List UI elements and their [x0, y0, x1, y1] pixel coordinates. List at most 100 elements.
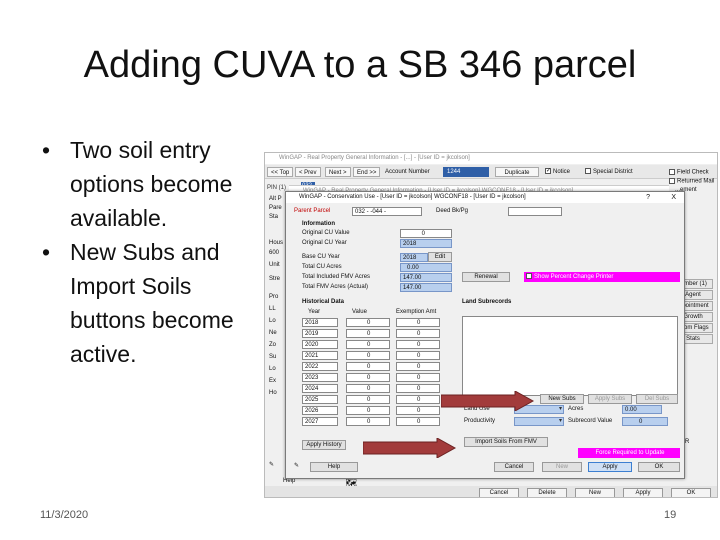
dialog-new-button[interactable]: New: [542, 462, 582, 472]
renewal-button[interactable]: Renewal: [462, 272, 510, 282]
history-year-cell[interactable]: 2018: [302, 318, 338, 327]
help-icon[interactable]: ?: [646, 192, 650, 203]
dialog-ok-button[interactable]: OK: [638, 462, 680, 472]
history-year-cell[interactable]: 2025: [302, 395, 338, 404]
top-button[interactable]: << Top: [267, 167, 294, 177]
history-exemption-cell[interactable]: 0: [396, 406, 440, 415]
parent-parcel-field[interactable]: 032 - -044 -: [352, 207, 422, 216]
land-subrecords-list[interactable]: [462, 316, 678, 396]
left-label: Stre: [269, 276, 281, 282]
screenshot-embed: WinGAP - Real Property General Informati…: [264, 152, 718, 498]
account-number-label: Account Number: [385, 169, 430, 175]
history-value-cell[interactable]: 0: [346, 417, 390, 426]
returned-mail-checkbox[interactable]: Returned Mail: [669, 178, 714, 185]
history-exemption-cell[interactable]: 0: [396, 417, 440, 426]
notice-checkbox[interactable]: Notice: [545, 167, 570, 177]
slide-page-number: 19: [664, 509, 677, 521]
left-label: Ne: [269, 330, 277, 336]
apply-subs-button[interactable]: Apply Subs: [588, 394, 632, 404]
left-label: Pro: [269, 294, 279, 300]
bullet-list: • Two soil entry options become availabl…: [42, 133, 262, 371]
bg-cancel-button[interactable]: Cancel: [479, 488, 519, 497]
left-label: Ex: [269, 378, 277, 384]
del-subs-button[interactable]: Del Subs: [636, 394, 678, 404]
history-value-cell[interactable]: 0: [346, 384, 390, 393]
bg-apply-button[interactable]: Apply: [623, 488, 663, 497]
dialog-help-button[interactable]: Help: [310, 462, 358, 472]
new-subs-button[interactable]: New Subs: [540, 394, 584, 404]
history-year-cell[interactable]: 2024: [302, 384, 338, 393]
bg-ok-button[interactable]: OK: [671, 488, 711, 497]
account-number-field[interactable]: 1244: [443, 167, 489, 177]
total-included-fmv-acres-field[interactable]: 147.00: [400, 273, 452, 282]
history-year-cell[interactable]: 2027: [302, 417, 338, 426]
history-value-cell[interactable]: 0: [346, 318, 390, 327]
base-cu-year-field[interactable]: 2018: [400, 253, 428, 262]
checkbox-icon: [669, 169, 675, 175]
history-exemption-cell[interactable]: 0: [396, 362, 440, 371]
duplicate-button[interactable]: Duplicate: [495, 167, 539, 177]
left-label: Su: [269, 354, 277, 360]
end-button[interactable]: End >>: [353, 167, 381, 177]
bullet-text: New Subs and Import Soils buttons become…: [70, 239, 234, 367]
show-percent-change-checkbox[interactable]: Show Percent Change Printer: [524, 272, 680, 282]
dialog-apply-button[interactable]: Apply: [588, 462, 632, 472]
deed-field[interactable]: [508, 207, 562, 216]
history-exemption-cell[interactable]: 0: [396, 351, 440, 360]
checkbox-icon: [526, 273, 532, 280]
history-year-cell[interactable]: 2022: [302, 362, 338, 371]
import-soils-button[interactable]: Import Soils From FMV: [464, 437, 548, 447]
dialog-cancel-button[interactable]: Cancel: [494, 462, 534, 472]
history-exemption-cell[interactable]: 0: [396, 329, 440, 338]
history-year-cell[interactable]: 2019: [302, 329, 338, 338]
apply-history-button[interactable]: Apply History: [302, 440, 346, 450]
total-cu-acres-field[interactable]: 0.00: [400, 263, 452, 272]
history-exemption-cell[interactable]: 0: [396, 395, 440, 404]
edit-button[interactable]: Edit: [428, 252, 452, 262]
background-window-title: WinGAP - Real Property General Informati…: [265, 153, 717, 164]
history-value-cell[interactable]: 0: [346, 362, 390, 371]
history-value-cell[interactable]: 0: [346, 373, 390, 382]
history-value-cell[interactable]: 0: [346, 351, 390, 360]
history-value-cell[interactable]: 0: [346, 329, 390, 338]
field-check-checkbox[interactable]: Field Check: [669, 169, 709, 176]
land-subrecords-label: Land Subrecords: [462, 299, 512, 305]
left-label: Lo: [269, 366, 276, 372]
history-exemption-cell[interactable]: 0: [396, 340, 440, 349]
next-button[interactable]: Next >: [325, 167, 351, 177]
bullet-dot: •: [42, 239, 51, 265]
bg-delete-button[interactable]: Delete: [527, 488, 567, 497]
history-year-cell[interactable]: 2023: [302, 373, 338, 382]
productivity-dropdown[interactable]: [514, 417, 564, 426]
pencil-icon[interactable]: ✎: [294, 462, 299, 469]
total-fmv-acres-actual-field[interactable]: 147.00: [400, 283, 452, 292]
hist-exemption-header: Exemption Amt: [396, 309, 437, 315]
history-exemption-cell[interactable]: 0: [396, 318, 440, 327]
history-year-cell[interactable]: 2026: [302, 406, 338, 415]
history-year-cell[interactable]: 2021: [302, 351, 338, 360]
slide-title: Adding CUVA to a SB 346 parcel: [83, 44, 637, 86]
history-exemption-cell[interactable]: 0: [396, 384, 440, 393]
checkbox-icon: [669, 178, 675, 184]
acres-field[interactable]: 0.00: [622, 405, 662, 414]
history-value-cell[interactable]: 0: [346, 395, 390, 404]
left-label: 600: [269, 250, 280, 256]
original-cu-year-field[interactable]: 2018: [400, 239, 452, 248]
left-label: Pare: [269, 205, 282, 211]
history-exemption-cell[interactable]: 0: [396, 373, 440, 382]
background-bottom-bar: Cancel Delete New Apply OK: [265, 486, 717, 497]
history-value-cell[interactable]: 0: [346, 406, 390, 415]
bullet-text: Two soil entry options become available.: [70, 137, 233, 231]
original-cu-value-field[interactable]: 0: [400, 229, 452, 238]
left-label: Hous: [269, 240, 284, 246]
history-value-cell[interactable]: 0: [346, 340, 390, 349]
bullet-dot: •: [42, 137, 51, 163]
close-icon[interactable]: X: [671, 192, 676, 203]
prev-button[interactable]: < Prev: [295, 167, 321, 177]
subrecord-value-field[interactable]: 0: [622, 417, 668, 426]
special-district-checkbox[interactable]: Special District: [585, 167, 633, 177]
field-check-label: Field Check: [677, 169, 709, 176]
pencil-icon[interactable]: ✎: [269, 461, 274, 468]
bg-new-button[interactable]: New: [575, 488, 615, 497]
history-year-cell[interactable]: 2020: [302, 340, 338, 349]
